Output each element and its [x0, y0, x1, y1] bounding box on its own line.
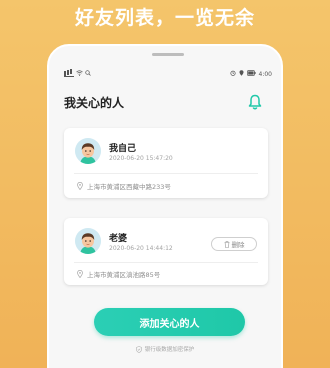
- status-left-icons: [64, 70, 91, 78]
- avatar: [75, 228, 101, 254]
- contact-name: 我自己: [109, 144, 137, 154]
- delete-button[interactable]: 删除: [211, 237, 257, 251]
- bell-icon[interactable]: [248, 94, 262, 110]
- trash-icon: [224, 240, 229, 248]
- privacy-note: 银行级数据加密保护: [49, 345, 281, 353]
- contact-card[interactable]: 我自己 2020-06-20 15:47:20 上海市黄浦区西藏中路233号: [64, 128, 268, 198]
- avatar: [75, 138, 101, 164]
- address-text: 上海市黄浦区滇池路85号: [87, 271, 161, 279]
- contact-card[interactable]: 老婆 2020-06-20 14:44:12 删除 上海市黄浦区滇池路85号: [64, 218, 268, 285]
- divider: [74, 173, 258, 174]
- location-pin-icon: [77, 270, 83, 278]
- address-text: 上海市黄浦区西藏中路233号: [87, 183, 171, 191]
- search-icon: [85, 70, 91, 78]
- phone-frame: 4:00 我关心的人 我自己 2020-06-20 15:47:20 上海市黄浦…: [47, 44, 283, 368]
- alarm-icon: [229, 70, 236, 78]
- page-title: 我关心的人: [64, 96, 125, 110]
- contact-address: 上海市黄浦区西藏中路233号: [77, 181, 171, 191]
- contact-address: 上海市黄浦区滇池路85号: [77, 269, 160, 279]
- location-icon: [239, 70, 244, 78]
- divider: [74, 262, 258, 263]
- contact-time: 2020-06-20 14:44:12: [109, 245, 173, 252]
- status-bar: 4:00: [64, 70, 272, 80]
- shield-icon: [135, 345, 142, 353]
- battery-icon: [246, 70, 256, 78]
- add-contact-button[interactable]: 添加关心的人: [94, 308, 245, 336]
- location-pin-icon: [77, 182, 83, 190]
- signal-icon: [64, 71, 74, 77]
- contact-time: 2020-06-20 15:47:20: [109, 155, 173, 162]
- status-right-icons: 4:00: [229, 70, 272, 78]
- promo-headline: 好友列表，一览无余: [74, 7, 255, 29]
- phone-speaker: [152, 53, 184, 56]
- delete-label: 删除: [231, 241, 245, 249]
- contact-name: 老婆: [109, 234, 128, 244]
- privacy-text: 银行级数据加密保护: [144, 347, 195, 353]
- wifi-icon: [76, 70, 83, 78]
- status-time: 4:00: [258, 70, 272, 78]
